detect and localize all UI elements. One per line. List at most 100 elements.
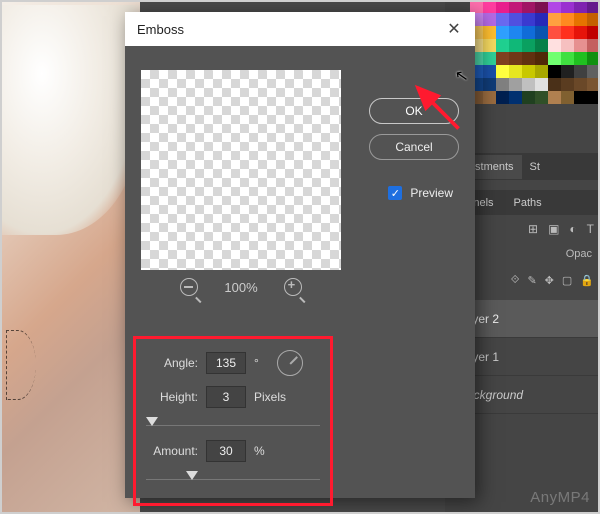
swatch[interactable] xyxy=(496,26,509,39)
swatch[interactable] xyxy=(548,13,561,26)
preview-checkbox[interactable]: ✓ xyxy=(388,186,402,200)
swatch[interactable] xyxy=(535,13,548,26)
swatch[interactable] xyxy=(496,91,509,104)
swatch[interactable] xyxy=(535,26,548,39)
swatch[interactable] xyxy=(574,13,587,26)
swatch[interactable] xyxy=(574,26,587,39)
swatch[interactable] xyxy=(561,78,574,91)
swatch[interactable] xyxy=(548,0,561,13)
swatch[interactable] xyxy=(496,52,509,65)
swatch[interactable] xyxy=(483,78,496,91)
artboard-icon[interactable]: ▢ xyxy=(562,274,572,287)
angle-field[interactable] xyxy=(206,352,246,374)
swatch[interactable] xyxy=(509,78,522,91)
swatch[interactable] xyxy=(496,13,509,26)
swatch[interactable] xyxy=(522,26,535,39)
swatch[interactable] xyxy=(483,39,496,52)
swatch[interactable] xyxy=(587,52,600,65)
amount-field[interactable] xyxy=(206,440,246,462)
swatch[interactable] xyxy=(483,65,496,78)
swatch[interactable] xyxy=(509,52,522,65)
swatch[interactable] xyxy=(496,65,509,78)
swatch[interactable] xyxy=(587,91,600,104)
swatch[interactable] xyxy=(574,78,587,91)
swatch[interactable] xyxy=(509,91,522,104)
effect-preview[interactable] xyxy=(141,70,341,270)
swatch[interactable] xyxy=(509,13,522,26)
swatch[interactable] xyxy=(522,0,535,13)
swatch[interactable] xyxy=(483,52,496,65)
move-lock-icon[interactable]: ✥ xyxy=(545,274,554,287)
swatch[interactable] xyxy=(548,65,561,78)
preview-checkbox-label: Preview xyxy=(410,186,453,200)
swatch[interactable] xyxy=(561,26,574,39)
swatch[interactable] xyxy=(535,0,548,13)
swatch[interactable] xyxy=(548,91,561,104)
swatch[interactable] xyxy=(561,91,574,104)
swatch[interactable] xyxy=(483,91,496,104)
swatch[interactable] xyxy=(574,0,587,13)
swatch[interactable] xyxy=(561,39,574,52)
mask-icon[interactable]: ◐ xyxy=(569,222,576,236)
zoom-out-icon[interactable] xyxy=(180,278,198,296)
brush-icon[interactable]: ✎ xyxy=(527,274,536,287)
lock-icon[interactable]: 🔒 xyxy=(580,274,594,287)
angle-dial[interactable] xyxy=(277,350,303,376)
swatch[interactable] xyxy=(574,39,587,52)
swatch[interactable] xyxy=(509,26,522,39)
swatch[interactable] xyxy=(548,26,561,39)
tab-styles[interactable]: St xyxy=(522,155,548,179)
cancel-button[interactable]: Cancel xyxy=(369,134,459,160)
swatch[interactable] xyxy=(522,13,535,26)
swatch[interactable] xyxy=(587,13,600,26)
swatch[interactable] xyxy=(548,52,561,65)
swatch[interactable] xyxy=(535,65,548,78)
height-slider[interactable] xyxy=(146,415,320,429)
image-icon[interactable]: ▣ xyxy=(548,222,559,236)
type-icon[interactable]: T xyxy=(587,222,594,236)
swatch[interactable] xyxy=(587,39,600,52)
preview-checkbox-row[interactable]: ✓ Preview xyxy=(388,186,453,200)
swatch[interactable] xyxy=(535,52,548,65)
color-swatches[interactable] xyxy=(470,0,600,130)
dialog-titlebar[interactable]: Emboss ✕ xyxy=(125,12,475,46)
swatch[interactable] xyxy=(574,91,587,104)
zoom-in-icon[interactable] xyxy=(284,278,302,296)
swatch[interactable] xyxy=(522,39,535,52)
ok-button[interactable]: OK xyxy=(369,98,459,124)
swatch[interactable] xyxy=(561,13,574,26)
swatch[interactable] xyxy=(522,78,535,91)
filter-icon[interactable]: ⊞ xyxy=(528,222,538,236)
link-icon[interactable]: ⟐ xyxy=(511,274,520,287)
swatch[interactable] xyxy=(535,39,548,52)
swatch[interactable] xyxy=(548,78,561,91)
swatch[interactable] xyxy=(483,26,496,39)
height-field[interactable] xyxy=(206,386,246,408)
swatch[interactable] xyxy=(574,52,587,65)
swatch[interactable] xyxy=(561,0,574,13)
swatch[interactable] xyxy=(535,78,548,91)
close-button[interactable]: ✕ xyxy=(437,12,471,46)
amount-slider[interactable] xyxy=(146,469,320,483)
swatch[interactable] xyxy=(561,52,574,65)
swatch[interactable] xyxy=(587,26,600,39)
swatch[interactable] xyxy=(587,65,600,78)
swatch[interactable] xyxy=(561,65,574,78)
swatch[interactable] xyxy=(587,78,600,91)
swatch[interactable] xyxy=(535,91,548,104)
swatch[interactable] xyxy=(496,0,509,13)
swatch[interactable] xyxy=(483,13,496,26)
swatch[interactable] xyxy=(522,52,535,65)
swatch[interactable] xyxy=(548,39,561,52)
swatch[interactable] xyxy=(496,78,509,91)
swatch[interactable] xyxy=(522,65,535,78)
swatch[interactable] xyxy=(522,91,535,104)
swatch[interactable] xyxy=(509,39,522,52)
tab-paths[interactable]: Paths xyxy=(504,192,552,214)
swatch[interactable] xyxy=(574,65,587,78)
swatch[interactable] xyxy=(509,65,522,78)
swatch[interactable] xyxy=(587,0,600,13)
swatch[interactable] xyxy=(483,0,496,13)
swatch[interactable] xyxy=(496,39,509,52)
swatch[interactable] xyxy=(509,0,522,13)
